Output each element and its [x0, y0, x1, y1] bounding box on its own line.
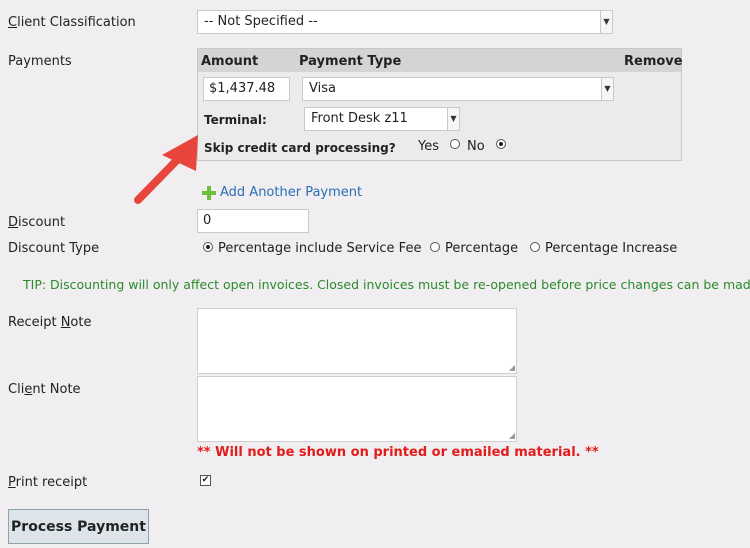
terminal-label: Terminal:	[204, 113, 267, 127]
print-receipt-checkbox[interactable]: ✔	[200, 475, 211, 486]
discount-type-option-1: Percentage include Service Fee	[218, 241, 422, 256]
payment-type-header: Payment Type	[299, 54, 402, 69]
discount-tip: TIP: Discounting will only affect open i…	[23, 277, 750, 292]
skip-processing-label: Skip credit card processing?	[204, 141, 396, 155]
discount-label: Discount	[8, 215, 66, 230]
amount-input[interactable]: $1,437.48	[203, 77, 290, 101]
discount-type-radio-2[interactable]	[430, 242, 440, 252]
print-receipt-label: Print receipt	[8, 475, 88, 490]
discount-type-option-2: Percentage	[445, 241, 519, 256]
client-classification-label: Client Classification	[8, 15, 136, 30]
arrow-annotation-icon	[134, 135, 198, 204]
terminal-select[interactable]: Front Desk z11 ▼	[304, 107, 460, 131]
discount-type-radio-1[interactable]	[203, 242, 213, 252]
payments-header: Amount Payment Type Remove	[198, 49, 683, 72]
client-classification-select[interactable]: -- Not Specified -- ▼	[197, 10, 613, 34]
client-note-textarea[interactable]: ◢	[197, 376, 517, 442]
chevron-down-icon[interactable]: ▼	[600, 11, 612, 33]
discount-type-label: Discount Type	[8, 241, 100, 256]
payment-type-select[interactable]: Visa ▼	[302, 77, 614, 101]
discount-type-option-3: Percentage Increase	[545, 241, 678, 256]
discount-type-radio-3[interactable]	[530, 242, 540, 252]
not-printed-warning: ** Will not be shown on printed or email…	[197, 445, 599, 460]
add-another-payment-link[interactable]: Add Another Payment	[202, 185, 362, 200]
discount-input[interactable]: 0	[197, 209, 309, 233]
resize-grip-icon[interactable]: ◢	[509, 364, 515, 372]
plus-icon	[202, 185, 216, 200]
resize-grip-icon[interactable]: ◢	[509, 432, 515, 440]
client-note-label: Client Note	[8, 382, 81, 397]
process-payment-button[interactable]: Process Payment	[8, 509, 149, 544]
chevron-down-icon[interactable]: ▼	[447, 108, 459, 130]
receipt-note-label: Receipt Note	[8, 315, 92, 330]
amount-header: Amount	[201, 54, 259, 69]
skip-no-radio[interactable]	[496, 139, 506, 149]
payments-label: Payments	[8, 54, 72, 69]
chevron-down-icon[interactable]: ▼	[601, 78, 613, 100]
receipt-note-textarea[interactable]: ◢	[197, 308, 517, 374]
remove-header: Remove	[624, 54, 683, 69]
skip-yes-label: Yes	[418, 139, 439, 154]
skip-yes-radio[interactable]	[450, 139, 460, 149]
skip-no-label: No	[467, 139, 485, 154]
